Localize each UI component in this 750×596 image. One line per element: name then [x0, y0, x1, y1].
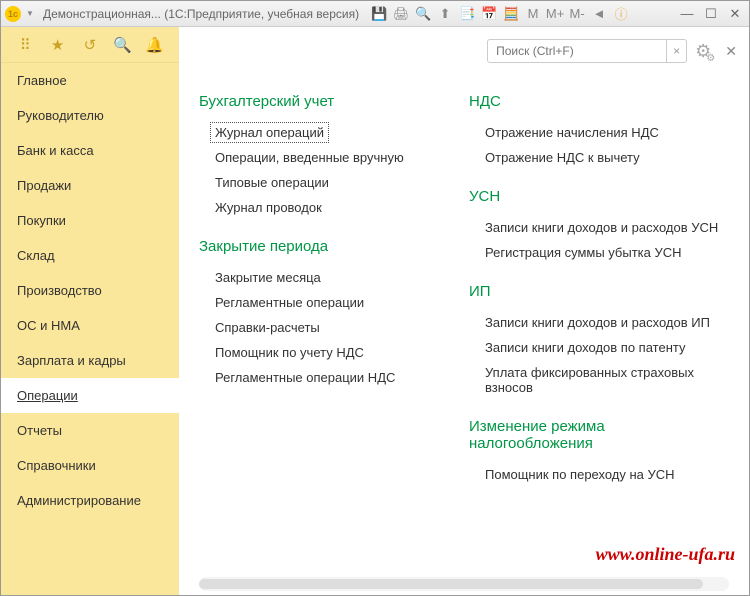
- scrollbar-thumb[interactable]: [199, 579, 703, 589]
- sidebar-item-4[interactable]: Покупки: [1, 203, 179, 238]
- sidebar-item-1[interactable]: Руководителю: [1, 98, 179, 133]
- section-title: Изменение режима налогообложения: [469, 418, 729, 452]
- sidebar-item-11[interactable]: Справочники: [1, 448, 179, 483]
- info-icon[interactable]: ⓘ: [613, 6, 629, 22]
- section-items: Отражение начисления НДСОтражение НДС к …: [469, 120, 729, 170]
- close-button[interactable]: ✕: [725, 6, 745, 22]
- watermark: www.online-ufa.ru: [596, 544, 735, 565]
- menu-link[interactable]: Уплата фиксированных страховых взносов: [469, 360, 729, 400]
- sidebar-toolbar: ⠿ ★ ↺ 🔍 🔔: [1, 27, 179, 63]
- minimize-button[interactable]: —: [677, 6, 697, 22]
- section-items: Записи книги доходов и расходов УСНРегис…: [469, 215, 729, 265]
- star-icon[interactable]: ★: [49, 36, 67, 54]
- menu-link[interactable]: Записи книги доходов по патенту: [469, 335, 729, 360]
- calculator-icon[interactable]: 🧮: [503, 6, 519, 22]
- titlebar-toolbar: 💾 🖨 🔍 ⬆ 📑 📅 🧮 M M+ M- ◄ ⓘ: [371, 6, 629, 22]
- section-items: Журнал операций Операции, введенные вручн…: [199, 120, 439, 220]
- search-input[interactable]: [488, 44, 666, 58]
- calendar-icon[interactable]: 📅: [481, 6, 497, 22]
- search-icon[interactable]: 🔍: [113, 36, 131, 54]
- content-area: Бухгалтерский учет Журнал операций Операци…: [179, 75, 749, 577]
- menu-link[interactable]: Отражение НДС к вычету: [469, 145, 729, 170]
- upload-icon[interactable]: ⬆: [437, 6, 453, 22]
- back-icon[interactable]: ◄: [591, 6, 607, 22]
- sidebar-item-12[interactable]: Администрирование: [1, 483, 179, 518]
- menu-link[interactable]: Помощник по переходу на УСН: [469, 462, 729, 487]
- sidebar-item-3[interactable]: Продажи: [1, 168, 179, 203]
- menu-link[interactable]: Записи книги доходов и расходов УСН: [469, 215, 729, 240]
- apps-icon[interactable]: ⠿: [16, 36, 34, 54]
- menu-link[interactable]: Регистрация суммы убытка УСН: [469, 240, 729, 265]
- memory-mplus-icon[interactable]: M+: [547, 6, 563, 22]
- memory-m-icon[interactable]: M: [525, 6, 541, 22]
- sidebar-item-6[interactable]: Производство: [1, 273, 179, 308]
- section-title: Закрытие периода: [199, 238, 439, 255]
- memory-mminus-icon[interactable]: M-: [569, 6, 585, 22]
- save-icon[interactable]: 💾: [371, 6, 387, 22]
- window-title: Демонстрационная... (1С:Предприятие, уче…: [43, 7, 359, 21]
- preview-icon[interactable]: 🔍: [415, 6, 431, 22]
- content-column-right: НДС Отражение начисления НДСОтражение НДС…: [469, 85, 729, 557]
- section-title: ИП: [469, 283, 729, 300]
- sidebar-item-7[interactable]: ОС и НМА: [1, 308, 179, 343]
- menu-link[interactable]: Регламентные операции: [199, 290, 439, 315]
- sidebar-item-9[interactable]: Операции: [1, 378, 179, 413]
- main-toolbar: × ⚙ ✕: [179, 27, 749, 75]
- section-items: Помощник по переходу на УСН: [469, 462, 729, 487]
- menu-link[interactable]: Закрытие месяца: [199, 265, 439, 290]
- horizontal-scrollbar[interactable]: [199, 577, 729, 591]
- menu-link[interactable]: Записи книги доходов и расходов ИП: [469, 310, 729, 335]
- search-clear-button[interactable]: ×: [666, 40, 686, 62]
- sidebar-item-5[interactable]: Склад: [1, 238, 179, 273]
- bell-icon[interactable]: 🔔: [146, 36, 164, 54]
- section-items: Записи книги доходов и расходов ИПЗаписи…: [469, 310, 729, 400]
- section-title: Бухгалтерский учет: [199, 93, 439, 110]
- search-box: ×: [487, 39, 687, 63]
- menu-link[interactable]: Журнал проводок: [199, 195, 439, 220]
- compare-icon[interactable]: 📑: [459, 6, 475, 22]
- menu-link[interactable]: Справки-расчеты: [199, 315, 439, 340]
- maximize-button[interactable]: ☐: [701, 6, 721, 22]
- app-window: 1c ▼ Демонстрационная... (1С:Предприятие…: [0, 0, 750, 596]
- sidebar-nav: ГлавноеРуководителюБанк и кассаПродажиПо…: [1, 63, 179, 595]
- sidebar-item-10[interactable]: Отчеты: [1, 413, 179, 448]
- sidebar: ⠿ ★ ↺ 🔍 🔔 ГлавноеРуководителюБанк и касс…: [1, 27, 179, 595]
- section-title: НДС: [469, 93, 729, 110]
- window-controls: — ☐ ✕: [677, 6, 745, 22]
- titlebar: 1c ▼ Демонстрационная... (1С:Предприятие…: [1, 1, 749, 27]
- section-title: УСН: [469, 188, 729, 205]
- sidebar-item-0[interactable]: Главное: [1, 63, 179, 98]
- print-icon[interactable]: 🖨: [393, 6, 409, 22]
- menu-link[interactable]: Журнал операций: [211, 123, 328, 142]
- history-icon[interactable]: ↺: [81, 36, 99, 54]
- app-logo-icon: 1c: [5, 6, 21, 22]
- sidebar-item-2[interactable]: Банк и касса: [1, 133, 179, 168]
- gear-icon[interactable]: ⚙: [695, 41, 711, 62]
- menu-link[interactable]: Регламентные операции НДС: [199, 365, 439, 390]
- menu-link[interactable]: Типовые операции: [199, 170, 439, 195]
- app-body: ⠿ ★ ↺ 🔍 🔔 ГлавноеРуководителюБанк и касс…: [1, 27, 749, 595]
- menu-link[interactable]: Операции, введенные вручную: [199, 145, 439, 170]
- close-panel-button[interactable]: ✕: [725, 43, 737, 60]
- content-column-left: Бухгалтерский учет Журнал операций Операци…: [199, 85, 439, 557]
- menu-link[interactable]: Помощник по учету НДС: [199, 340, 439, 365]
- app-menu-dropdown-icon[interactable]: ▼: [23, 7, 37, 21]
- main-panel: × ⚙ ✕ Бухгалтерский учет Журнал операций О…: [179, 27, 749, 595]
- section-items: Закрытие месяцаРегламентные операцииСпра…: [199, 265, 439, 390]
- sidebar-item-8[interactable]: Зарплата и кадры: [1, 343, 179, 378]
- menu-link[interactable]: Отражение начисления НДС: [469, 120, 729, 145]
